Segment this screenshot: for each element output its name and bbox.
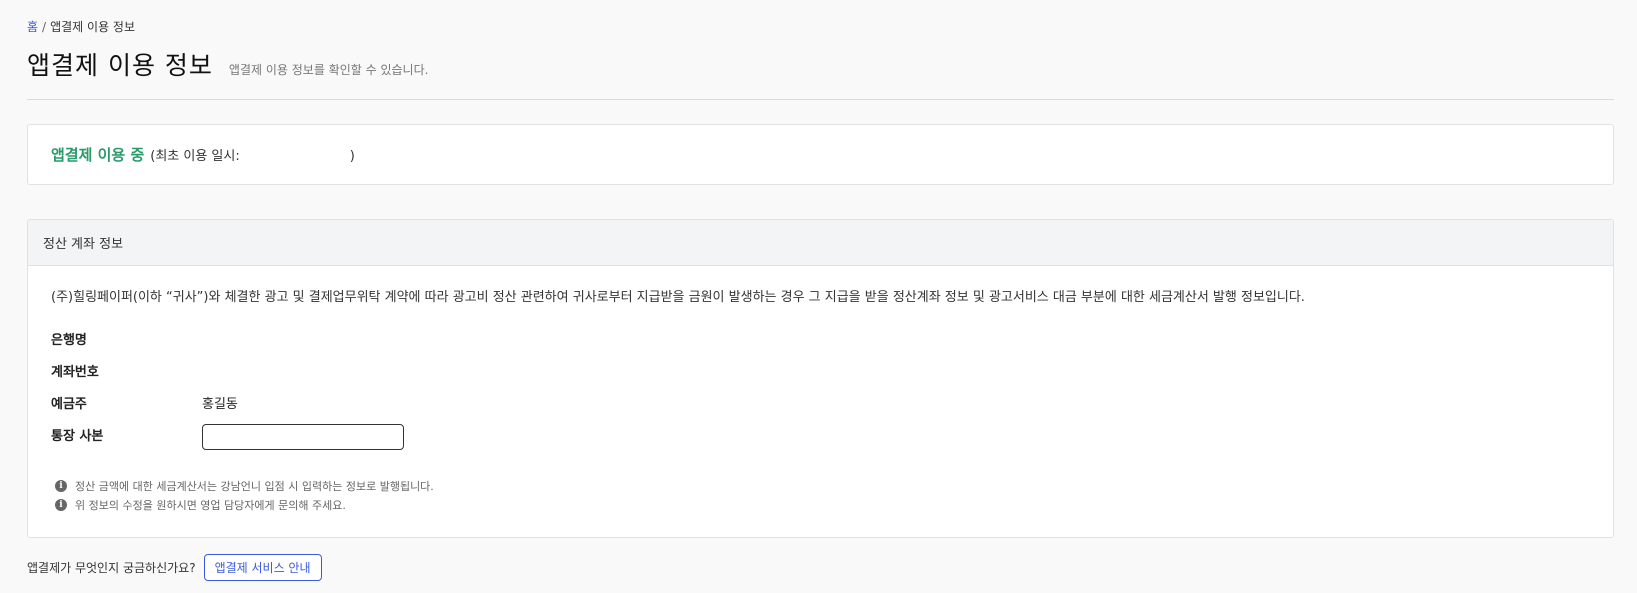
holder-value: 홍길동 [202,396,238,412]
field-row-account-number: 계좌번호 [51,354,1590,386]
note-text: 정산 금액에 대한 세금계산서는 강남언니 입점 시 입력하는 정보로 발행됩니… [75,479,434,493]
bank-label: 은행명 [51,332,87,348]
breadcrumb-separator: / [42,20,47,34]
title-row: 앱결제 이용 정보 앱결제 이용 정보를 확인할 수 있습니다. [27,46,428,82]
field-row-holder: 예금주 홍길동 [51,386,1590,418]
note-item: i 정산 금액에 대한 세금계산서는 강남언니 입점 시 입력하는 정보로 발행… [51,476,1590,495]
account-number-label: 계좌번호 [51,364,99,380]
status-label: 앱결제 이용 중 [51,146,145,164]
breadcrumb-current: 앱결제 이용 정보 [50,20,136,34]
service-guide-button[interactable]: 앱결제 서비스 안내 [203,554,322,581]
info-icon: i [55,479,67,492]
note-text: 위 정보의 수정을 원하시면 영업 담당자에게 문의해 주세요. [75,498,346,512]
account-description: (주)힐링페이퍼(이하 “귀사”)와 체결한 광고 및 결제업무위탁 계약에 따… [51,290,1305,305]
info-icon: i [55,498,67,511]
status-detail-prefix: (최초 이용 일시: [150,149,240,164]
note-item: i 위 정보의 수정을 원하시면 영업 담당자에게 문의해 주세요. [51,495,1590,514]
breadcrumb-home-link[interactable]: 홈 [27,20,38,34]
account-card-body: (주)힐링페이퍼(이하 “귀사”)와 체결한 광고 및 결제업무위탁 계약에 따… [28,266,1613,514]
status-detail: (최초 이용 일시:) [150,145,355,164]
field-row-passbook: 통장 사본 [51,418,1590,450]
page-title: 앱결제 이용 정보 [27,51,213,80]
notes: i 정산 금액에 대한 세금계산서는 강남언니 입점 시 입력하는 정보로 발행… [51,476,1590,514]
account-card-title: 정산 계좌 정보 [28,220,1613,266]
passbook-file-box[interactable] [202,424,404,450]
page: 홈 / 앱결제 이용 정보 앱결제 이용 정보 앱결제 이용 정보를 확인할 수 있… [0,0,1637,593]
field-row-bank: 은행명 [51,322,1590,354]
passbook-label: 통장 사본 [51,428,104,444]
footer-question: 앱결제가 무엇인지 궁금하신가요? [27,561,196,575]
holder-label: 예금주 [51,396,87,412]
footer-row: 앱결제가 무엇인지 궁금하신가요? 앱결제 서비스 안내 [27,554,322,581]
account-field-list: 은행명 계좌번호 예금주 홍길동 통장 사본 [51,322,1590,450]
status-detail-suffix: ) [349,149,355,164]
header-divider [27,99,1614,100]
account-card: 정산 계좌 정보 (주)힐링페이퍼(이하 “귀사”)와 체결한 광고 및 결제업… [27,219,1614,538]
breadcrumb: 홈 / 앱결제 이용 정보 [27,18,135,35]
status-card: 앱결제 이용 중 (최초 이용 일시:) [27,124,1614,185]
page-subtitle: 앱결제 이용 정보를 확인할 수 있습니다. [228,63,429,77]
